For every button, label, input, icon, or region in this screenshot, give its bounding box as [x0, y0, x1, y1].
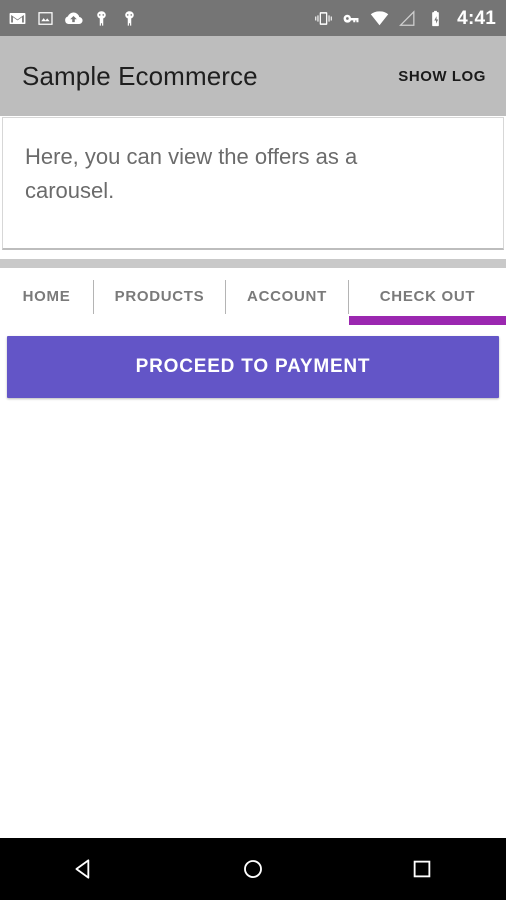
android-debug-icon [92, 9, 111, 28]
proceed-to-payment-button[interactable]: PROCEED TO PAYMENT [7, 336, 499, 398]
status-bar-notification-icons [8, 9, 139, 28]
tab-home[interactable]: HOME [0, 268, 93, 325]
status-bar-system-icons: 4:41 [314, 9, 496, 28]
back-triangle-icon [75, 859, 90, 879]
nav-recents-button[interactable] [337, 838, 506, 900]
vibrate-icon [314, 9, 333, 28]
tab-account[interactable]: ACCOUNT [226, 268, 348, 325]
image-icon [36, 9, 55, 28]
signal-icon [398, 9, 417, 28]
tab-checkout-label: CHECK OUT [379, 288, 476, 305]
tab-bar: HOME PRODUCTS ACCOUNT CHECK OUT [0, 259, 506, 325]
vpn-key-icon [342, 9, 361, 28]
offers-info-card: Here, you can view the offers as a carou… [2, 117, 504, 250]
page-title: Sample Ecommerce [22, 60, 258, 91]
battery-charging-icon [426, 9, 445, 28]
app-bar: Sample Ecommerce SHOW LOG [0, 36, 506, 116]
tab-account-label: ACCOUNT [247, 288, 327, 305]
status-bar-clock: 4:41 [457, 7, 496, 29]
navigation-bar [0, 838, 506, 900]
tab-checkout[interactable]: CHECK OUT [349, 268, 506, 325]
status-bar: 4:41 [0, 0, 506, 36]
cloud-upload-icon [64, 9, 83, 28]
tab-products-label: PRODUCTS [114, 288, 205, 305]
wifi-icon [370, 9, 389, 28]
tab-home-label: HOME [22, 288, 71, 305]
nav-home-button[interactable] [169, 838, 338, 900]
android-debug-icon-2 [120, 9, 139, 28]
home-circle-icon [244, 860, 262, 878]
device-screen: 4:41 Sample Ecommerce SHOW LOG Here, you… [0, 0, 506, 900]
checkout-content: PROCEED TO PAYMENT [0, 325, 506, 838]
offers-info-text: Here, you can view the offers as a carou… [25, 144, 358, 203]
show-log-button[interactable]: SHOW LOG [396, 62, 488, 91]
tab-indicator-checkout [349, 316, 506, 325]
nav-back-button[interactable] [0, 838, 169, 900]
gmail-icon [8, 9, 27, 28]
tab-products[interactable]: PRODUCTS [94, 268, 225, 325]
recents-square-icon [413, 860, 430, 878]
